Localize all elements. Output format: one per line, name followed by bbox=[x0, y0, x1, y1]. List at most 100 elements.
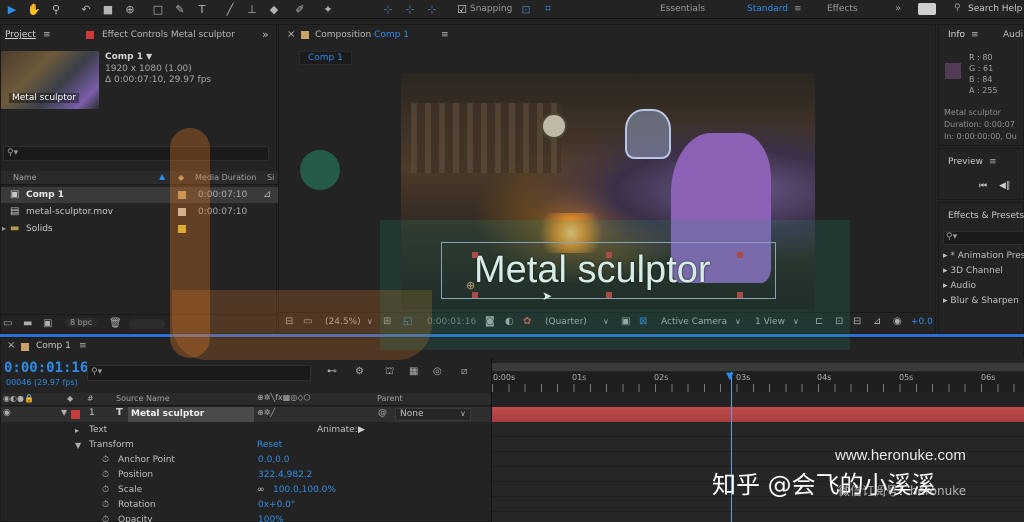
property-value[interactable]: 322.4,982.2 bbox=[258, 468, 312, 483]
clone-stamp-tool-icon[interactable]: ⊥ bbox=[244, 1, 260, 17]
timeline-search-input[interactable]: ⚲▾ bbox=[87, 365, 311, 381]
layer-expand-icon[interactable]: ▼ bbox=[61, 408, 67, 417]
stopwatch-icon[interactable]: ⏱ bbox=[102, 498, 109, 513]
effects-list-item[interactable]: ▸ 3D Channel bbox=[943, 266, 1003, 276]
exposure-value[interactable]: +0.0 bbox=[911, 317, 933, 327]
timeline-icon[interactable]: ⊟ bbox=[853, 316, 861, 327]
comp-flow-tab[interactable]: Comp 1 bbox=[299, 51, 352, 65]
playhead-handle-icon[interactable]: ▼ bbox=[726, 372, 734, 382]
property-row[interactable]: ⏱ Scale ∞ 100.0,100.0% bbox=[1, 483, 491, 498]
search-help-input[interactable]: Search Help bbox=[968, 4, 1022, 14]
snap-target-icon[interactable]: ⌗ bbox=[540, 1, 556, 17]
property-row[interactable]: ⏱ Anchor Point 0.0,0.0 bbox=[1, 453, 491, 468]
flowchart-icon[interactable]: ⊿ bbox=[263, 187, 271, 203]
axis-world-icon[interactable]: ⊹ bbox=[402, 1, 418, 17]
col-source-name[interactable]: Source Name bbox=[116, 394, 170, 403]
hide-shy-layers-icon[interactable]: ⛫ bbox=[385, 366, 394, 379]
draft-3d-icon[interactable]: ⚙ bbox=[355, 366, 364, 377]
project-tab-menu-icon[interactable]: ≡ bbox=[43, 25, 51, 45]
eraser-tool-icon[interactable]: ◆ bbox=[266, 1, 282, 17]
pen-tool-icon[interactable]: ✎ bbox=[172, 1, 188, 17]
bit-depth-button[interactable]: 8 bpc bbox=[65, 318, 98, 327]
effects-search-input[interactable]: ⚲▾ bbox=[943, 231, 1024, 245]
new-composition-icon[interactable]: ▣ bbox=[43, 318, 52, 329]
text-group-row[interactable]: ▸ Text Animate: ▶ bbox=[1, 423, 491, 438]
reset-exposure-icon[interactable]: ◉ bbox=[893, 316, 902, 327]
tab-comp-1[interactable]: Comp 1 bbox=[36, 341, 71, 351]
work-area-bar[interactable] bbox=[492, 363, 1024, 371]
project-item-row[interactable]: ▤ metal-sculptor.mov 0:00:07:10 bbox=[1, 204, 278, 220]
expand-arrow-icon[interactable]: ▸ bbox=[2, 221, 6, 237]
preview-menu-icon[interactable]: ≡ bbox=[989, 157, 997, 167]
layer-name[interactable]: Metal sculptor bbox=[128, 407, 254, 422]
snap-options-icon[interactable]: ⊡ bbox=[518, 1, 534, 17]
timeline-tab-menu-icon[interactable]: ≡ bbox=[79, 341, 87, 351]
search-help-icon[interactable]: ⚲ bbox=[954, 3, 961, 13]
property-row[interactable]: ⏱ Opacity 100% bbox=[1, 513, 491, 522]
motion-blur-icon[interactable]: ◎ bbox=[433, 366, 442, 377]
new-folder-icon[interactable]: ▬ bbox=[23, 318, 32, 329]
stopwatch-icon[interactable]: ⏱ bbox=[102, 513, 109, 522]
rotate-tool-icon[interactable]: ↶ bbox=[78, 1, 94, 17]
reset-link[interactable]: Reset bbox=[257, 438, 282, 453]
layer-switches-icons[interactable]: ⊕✲╱ bbox=[257, 408, 275, 417]
camera-tool-icon[interactable]: ■ bbox=[100, 1, 116, 17]
previous-frame-icon[interactable]: ◀‖ bbox=[999, 181, 1010, 191]
frame-blending-icon[interactable]: ▦ bbox=[409, 366, 418, 377]
rectangle-tool-icon[interactable]: □ bbox=[150, 1, 166, 17]
selection-tool-icon[interactable]: ▶ bbox=[4, 1, 20, 17]
workspace-standard-menu-icon[interactable]: ≡ bbox=[794, 4, 802, 14]
tab-effect-controls[interactable]: Effect Controls Metal sculptor bbox=[102, 25, 235, 45]
property-value[interactable]: 100% bbox=[258, 513, 284, 522]
timeline-timecode[interactable]: 0:00:01:16 bbox=[4, 360, 88, 376]
brush-tool-icon[interactable]: ╱ bbox=[222, 1, 238, 17]
pick-whip-icon[interactable]: @ bbox=[378, 408, 387, 418]
col-name[interactable]: Name bbox=[13, 173, 37, 182]
zoom-tool-icon[interactable]: ⚲ bbox=[48, 1, 64, 17]
project-item-row[interactable]: ▣ Comp 1 0:00:07:10 ⊿ bbox=[1, 187, 278, 203]
effects-list-item[interactable]: ▸ Audio bbox=[943, 281, 976, 291]
property-row[interactable]: ⏱ Position 322.4,982.2 bbox=[1, 468, 491, 483]
layer-label-color[interactable] bbox=[71, 410, 80, 419]
stopwatch-icon[interactable]: ⏱ bbox=[102, 468, 109, 483]
property-value[interactable]: 0x+0.0° bbox=[258, 498, 295, 513]
sort-ascending-icon[interactable]: ▲ bbox=[159, 172, 165, 181]
workspace-essentials[interactable]: Essentials bbox=[660, 4, 705, 14]
layer-row[interactable]: ◉ ▼ 1 T Metal sculptor ⊕✲╱ @ None ∨ bbox=[1, 407, 491, 422]
layer-duration-bar[interactable] bbox=[492, 407, 1024, 422]
stopwatch-icon[interactable]: ⏱ bbox=[102, 483, 109, 498]
info-tab-menu-icon[interactable]: ≡ bbox=[971, 25, 979, 45]
hand-tool-icon[interactable]: ✋ bbox=[26, 1, 42, 17]
close-timeline-icon[interactable]: × bbox=[7, 340, 15, 351]
tab-info[interactable]: Info bbox=[948, 25, 965, 45]
comp-tab-menu-icon[interactable]: ≡ bbox=[441, 25, 449, 45]
interpret-footage-icon[interactable]: ▭ bbox=[3, 318, 12, 329]
trash-icon[interactable]: 🗑 bbox=[109, 318, 122, 329]
parent-dropdown[interactable]: None ∨ bbox=[395, 408, 471, 421]
tab-project[interactable]: Project bbox=[5, 25, 36, 45]
comp-mini-flowchart-icon[interactable]: ⊷ bbox=[327, 366, 337, 377]
axis-local-icon[interactable]: ⊹ bbox=[380, 1, 396, 17]
type-tool-icon[interactable]: T bbox=[194, 1, 210, 17]
project-search-input[interactable]: ⚲▾ bbox=[3, 146, 269, 161]
property-value[interactable]: 0.0,0.0 bbox=[258, 453, 290, 468]
snapping-checkbox-icon[interactable]: ☑ bbox=[454, 1, 470, 17]
constrain-proportions-icon[interactable]: ∞ bbox=[257, 483, 265, 498]
pan-behind-tool-icon[interactable]: ⊕ bbox=[122, 1, 138, 17]
tab-composition[interactable]: Composition Comp 1 bbox=[315, 25, 409, 45]
first-frame-icon[interactable]: ⏮ bbox=[979, 181, 987, 191]
graph-editor-icon[interactable]: ⧄ bbox=[461, 366, 467, 377]
panel-overflow-icon[interactable]: » bbox=[262, 25, 269, 45]
close-tab-icon[interactable]: × bbox=[287, 25, 295, 45]
transform-group-row[interactable]: ▼ Transform Reset bbox=[1, 438, 491, 453]
effects-list-item[interactable]: ▸ Blur & Sharpen bbox=[943, 296, 1019, 306]
property-value[interactable]: 100.0,100.0% bbox=[273, 483, 336, 498]
effects-list-item[interactable]: ▸ * Animation Pres bbox=[943, 251, 1024, 261]
workspace-effects[interactable]: Effects bbox=[827, 4, 858, 14]
comp-info-dropdown-icon[interactable]: ▼ bbox=[146, 52, 152, 61]
sync-settings-icon[interactable] bbox=[918, 3, 936, 15]
puppet-pin-tool-icon[interactable]: ✦ bbox=[320, 1, 336, 17]
axis-view-icon[interactable]: ⊹ bbox=[424, 1, 440, 17]
text-group-expand-icon[interactable]: ▸ bbox=[75, 423, 79, 438]
col-parent[interactable]: Parent bbox=[377, 394, 403, 403]
